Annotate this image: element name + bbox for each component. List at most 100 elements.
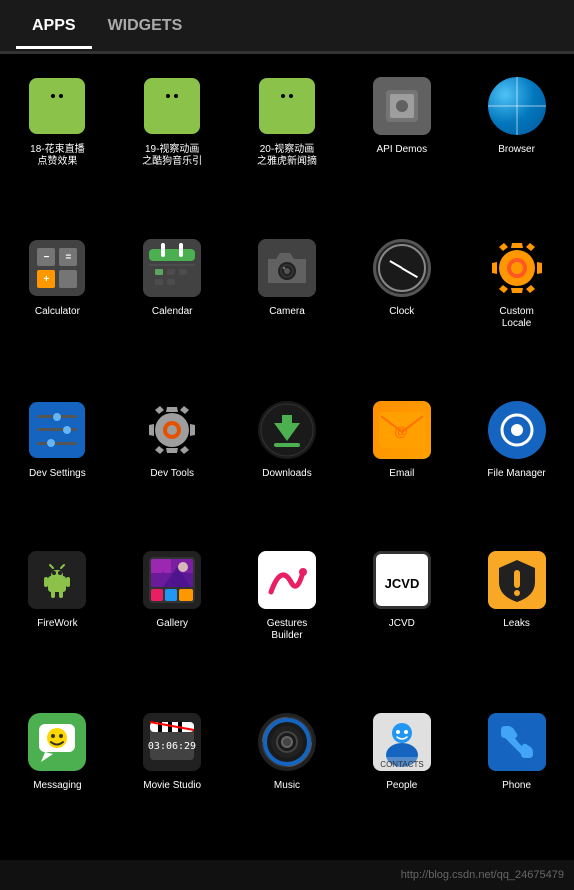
app-label-dev-tools: Dev Tools (150, 468, 194, 480)
app-item-clock[interactable]: Clock (344, 226, 459, 388)
gallery-icon-inner (143, 551, 201, 609)
app-item-phone[interactable]: Phone (459, 700, 574, 850)
app-label-gallery: Gallery (156, 618, 188, 630)
footer-bar: http://blog.csdn.net/qq_24675479 (0, 860, 574, 890)
app-item-leaks[interactable]: Leaks (459, 538, 574, 700)
download-icon-inner (258, 401, 316, 459)
firework-icon-inner (28, 551, 86, 609)
app-item-api-demos[interactable]: API Demos (344, 64, 459, 226)
calc-btn-empty (59, 270, 77, 288)
app-icon-file-manager (485, 398, 549, 462)
app-item-19[interactable]: 19-视察动画之酷狗音乐引 (115, 64, 230, 226)
msg-icon-inner (28, 713, 86, 771)
file-manager-svg (493, 406, 541, 454)
app-item-dev-tools[interactable]: Dev Tools (115, 388, 230, 538)
tab-widgets[interactable]: WIDGETS (92, 3, 199, 49)
app-icon-calculator: − = + (25, 236, 89, 300)
app-label-movie-studio: Movie Studio (143, 780, 201, 792)
app-label-dev-settings: Dev Settings (29, 468, 86, 480)
app-icon-phone (485, 710, 549, 774)
app-label-20: 20-视察动画之雅虎新闻摘 (257, 144, 317, 168)
app-label-firework: FireWork (37, 618, 77, 630)
app-icon-calendar (140, 236, 204, 300)
clock-hand-hour (389, 260, 402, 269)
email-icon-inner: @ (373, 401, 431, 459)
dev-tools-icon-inner (144, 402, 200, 458)
leaks-svg (491, 554, 543, 606)
messaging-svg (31, 716, 83, 768)
movie-icon-inner: 03:06:29 (143, 713, 201, 771)
api-svg (382, 86, 422, 126)
app-label-camera: Camera (269, 306, 305, 318)
app-icon-custom-locale (485, 236, 549, 300)
app-item-20[interactable]: 20-视察动画之雅虎新闻摘 (230, 64, 345, 226)
app-label-music: Music (274, 780, 300, 792)
email-svg: @ (379, 412, 425, 448)
gestures-icon-inner (258, 551, 316, 609)
slider-track-3 (37, 442, 77, 445)
app-item-gestures-builder[interactable]: GesturesBuilder (230, 538, 345, 700)
app-label-api-demos: API Demos (377, 144, 428, 156)
app-label-19: 19-视察动画之酷狗音乐引 (142, 144, 202, 168)
slider-row-3 (37, 442, 77, 445)
leaks-icon-inner (488, 551, 546, 609)
slider-row-2 (37, 428, 77, 431)
app-item-firework[interactable]: FireWork (0, 538, 115, 700)
slider-track-1 (37, 415, 77, 418)
gear-orange-svg (489, 240, 545, 296)
app-icon-18 (25, 74, 89, 138)
api-icon-inner (373, 77, 431, 135)
music-svg (258, 713, 316, 771)
app-icon-people: CONTACTS (370, 710, 434, 774)
app-item-file-manager[interactable]: File Manager (459, 388, 574, 538)
app-item-jcvd[interactable]: JCVD JCVD (344, 538, 459, 700)
app-icon-dev-settings (25, 398, 89, 462)
camera-svg (264, 245, 310, 291)
app-icon-browser (485, 74, 549, 138)
tab-apps[interactable]: APPS (16, 3, 92, 49)
app-item-calendar[interactable]: Calendar (115, 226, 230, 388)
calc-icon-inner: − = + (29, 240, 85, 296)
devset-icon-inner (29, 402, 85, 458)
app-icon-email: @ (370, 398, 434, 462)
app-label-downloads: Downloads (262, 468, 311, 480)
app-item-music[interactable]: Music (230, 700, 345, 850)
app-label-messaging: Messaging (33, 780, 81, 792)
app-icon-api-demos (370, 74, 434, 138)
app-label-email: Email (389, 468, 414, 480)
app-label-file-manager: File Manager (487, 468, 545, 480)
app-icon-gestures-builder (255, 548, 319, 612)
app-item-calculator[interactable]: − = + Calculator (0, 226, 115, 388)
app-item-dev-settings[interactable]: Dev Settings (0, 388, 115, 538)
svg-text:JCVD: JCVD (384, 576, 419, 591)
app-label-18: 18-花束直播点赞效果 (30, 144, 84, 168)
custom-locale-icon-inner (489, 240, 545, 296)
browser-icon-inner (488, 77, 546, 135)
calc-btn-equals: = (59, 248, 77, 266)
app-item-gallery[interactable]: Gallery (115, 538, 230, 700)
slider-thumb-2 (63, 426, 71, 434)
app-icon-19 (140, 74, 204, 138)
app-label-people: People (386, 780, 417, 792)
app-icon-movie-studio: 03:06:29 (140, 710, 204, 774)
app-label-leaks: Leaks (503, 618, 530, 630)
app-label-custom-locale: CustomLocale (499, 306, 533, 330)
app-item-custom-locale[interactable]: CustomLocale (459, 226, 574, 388)
app-item-18[interactable]: 18-花束直播点赞效果 (0, 64, 115, 226)
app-label-phone: Phone (502, 780, 531, 792)
app-item-downloads[interactable]: Downloads (230, 388, 345, 538)
app-item-camera[interactable]: Camera (230, 226, 345, 388)
jcvd-svg: JCVD (375, 553, 429, 607)
app-icon-clock (370, 236, 434, 300)
app-icon-music (255, 710, 319, 774)
svg-text:CONTACTS: CONTACTS (380, 760, 423, 769)
app-item-messaging[interactable]: Messaging (0, 700, 115, 850)
app-item-movie-studio[interactable]: 03:06:29 Movie Studio (115, 700, 230, 850)
app-icon-downloads (255, 398, 319, 462)
app-icon-messaging (25, 710, 89, 774)
app-icon-camera (255, 236, 319, 300)
app-item-people[interactable]: CONTACTS People (344, 700, 459, 850)
app-label-jcvd: JCVD (389, 618, 415, 630)
app-item-email[interactable]: @ Email (344, 388, 459, 538)
app-item-browser[interactable]: Browser (459, 64, 574, 226)
